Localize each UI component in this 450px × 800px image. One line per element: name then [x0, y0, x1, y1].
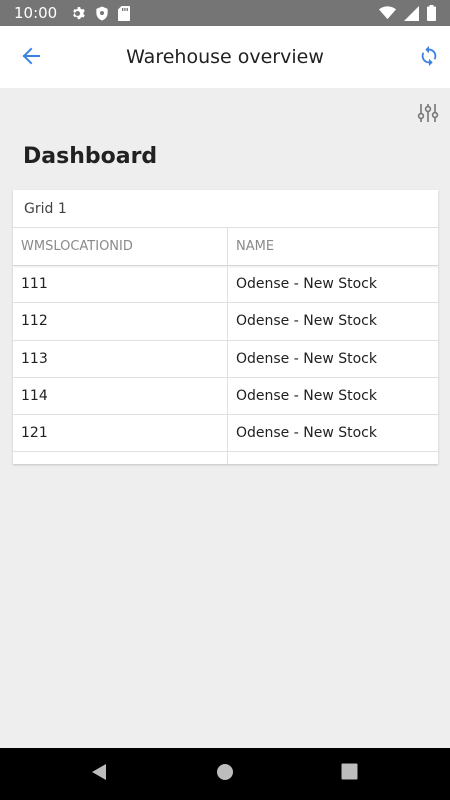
- table-row[interactable]: 113 Odense - New Stock: [13, 340, 438, 378]
- column-header-wmslocationid[interactable]: WMSLOCATIONID: [13, 228, 228, 265]
- cell-location-id: 114: [13, 377, 228, 415]
- home-circle-icon: [216, 763, 234, 786]
- shield-icon: [95, 5, 109, 21]
- app-bar: Warehouse overview: [0, 26, 450, 88]
- nav-back-button[interactable]: [73, 748, 125, 800]
- status-time: 10:00: [14, 4, 58, 22]
- page-title: Warehouse overview: [126, 46, 324, 68]
- table-row[interactable]: 121 Odense - New Stock: [13, 415, 438, 453]
- battery-icon: [427, 5, 436, 21]
- cell-name: Odense - New Stock: [236, 313, 377, 330]
- back-triangle-icon: [90, 763, 108, 786]
- cell-name: Odense - New Stock: [236, 276, 377, 293]
- column-header-name[interactable]: NAME: [228, 228, 438, 265]
- refresh-button[interactable]: [412, 41, 446, 75]
- nav-recents-button[interactable]: [323, 748, 375, 800]
- sliders-icon: [417, 103, 439, 128]
- table-row[interactable]: 111 Odense - New Stock: [13, 266, 438, 304]
- dashboard-heading: Dashboard: [23, 144, 158, 169]
- back-button[interactable]: [14, 41, 48, 75]
- cell-location-id: 111: [13, 266, 228, 303]
- status-left-icons: [71, 5, 131, 21]
- gear-icon: [71, 6, 86, 21]
- grid-card: Grid 1 WMSLOCATIONID NAME 111 Odense - N…: [13, 190, 438, 464]
- filter-button[interactable]: [415, 102, 441, 128]
- nav-home-button[interactable]: [199, 748, 251, 800]
- sd-card-icon: [118, 5, 131, 21]
- cell-name: Odense - New Stock: [236, 350, 377, 367]
- cell-name: Odense - New Stock: [236, 425, 377, 442]
- cell-location-id: [13, 452, 228, 464]
- grid-title: Grid 1: [13, 190, 438, 228]
- recents-square-icon: [341, 763, 358, 785]
- table-row[interactable]: [13, 452, 438, 464]
- signal-icon: [404, 5, 419, 21]
- wifi-icon: [379, 6, 396, 20]
- cell-location-id: 112: [13, 303, 228, 340]
- cell-location-id: 121: [13, 415, 228, 452]
- navigation-bar: [0, 748, 450, 800]
- cell-location-id: 113: [13, 340, 228, 377]
- grid-header: WMSLOCATIONID NAME: [13, 228, 438, 266]
- status-bar: 10:00: [0, 0, 450, 26]
- table-row[interactable]: 114 Odense - New Stock: [13, 377, 438, 416]
- status-right-icons: [379, 5, 436, 21]
- refresh-icon: [418, 45, 440, 72]
- arrow-left-icon: [21, 46, 41, 71]
- table-row[interactable]: 112 Odense - New Stock: [13, 303, 438, 341]
- cell-name: [228, 452, 438, 464]
- cell-name: Odense - New Stock: [236, 388, 377, 405]
